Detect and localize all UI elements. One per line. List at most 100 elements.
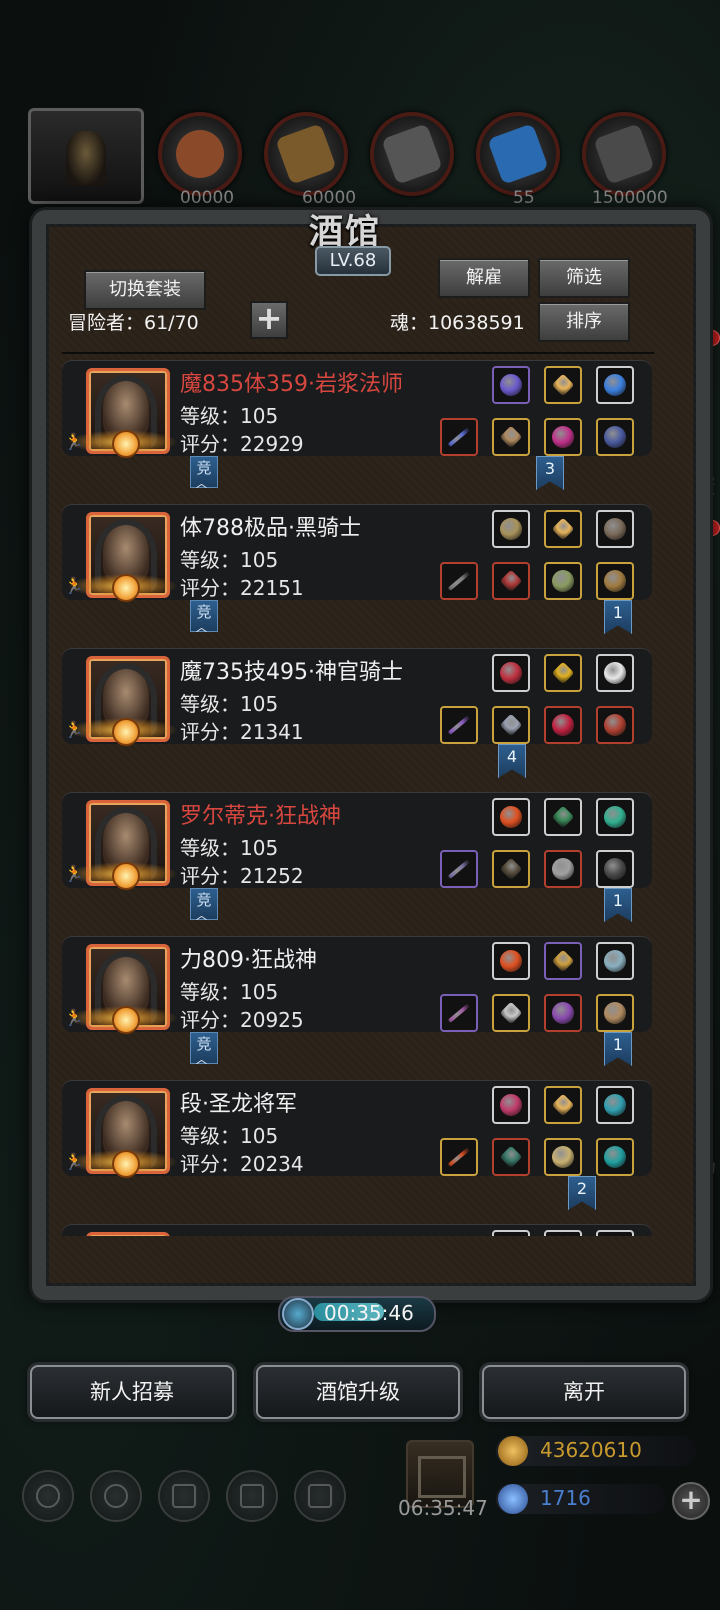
runner-icon: 🏃 bbox=[64, 576, 84, 595]
equipment-slot[interactable] bbox=[596, 1086, 634, 1124]
equipment-slot[interactable] bbox=[596, 706, 634, 744]
equipment-slot[interactable] bbox=[596, 798, 634, 836]
equipment-slot[interactable] bbox=[492, 366, 530, 404]
hero-card[interactable]: 🏃 罗尔蒂克·狂战神 等级：105 评分：21252 bbox=[62, 792, 652, 890]
equipment-slot[interactable] bbox=[492, 706, 530, 744]
food-resource-icon[interactable] bbox=[158, 112, 242, 196]
timer-value: 00:35:46 bbox=[324, 1301, 414, 1325]
hero-card[interactable]: 🏃 体788极品·黑骑士 等级：105 评分：22151 bbox=[62, 504, 652, 602]
hero-level: 等级：105 bbox=[180, 404, 279, 428]
gold-value: 43620610 bbox=[540, 1438, 642, 1462]
equipment-slot[interactable] bbox=[544, 706, 582, 744]
crystal-resource-icon[interactable] bbox=[476, 112, 560, 196]
equipment-slot[interactable] bbox=[492, 798, 530, 836]
plus-icon[interactable]: + bbox=[250, 301, 288, 339]
hero-card[interactable]: 🏃 魔735技495·神官骑士 等级：105 评分：21341 bbox=[62, 648, 652, 746]
hero-name: 罗尔蒂克·狂战神 bbox=[180, 804, 341, 829]
switch-set-button[interactable]: 切换套装 bbox=[84, 270, 206, 310]
sun-emblem-icon bbox=[112, 1150, 140, 1178]
equipment-item-icon bbox=[500, 662, 522, 684]
equipment-slot[interactable] bbox=[440, 850, 478, 888]
equipment-slot[interactable] bbox=[596, 366, 634, 404]
equipment-slot[interactable] bbox=[544, 798, 582, 836]
equipment-item-icon bbox=[500, 950, 522, 972]
equipment-item-icon bbox=[499, 1001, 523, 1025]
nav-castle-icon[interactable] bbox=[158, 1470, 210, 1522]
equipment-slot[interactable] bbox=[440, 1138, 478, 1176]
hero-card[interactable]: 🏃霜·夜莺 bbox=[62, 1224, 652, 1236]
equipment-slot[interactable] bbox=[440, 418, 478, 456]
filter-button[interactable]: 筛选 bbox=[538, 258, 630, 298]
sun-emblem-icon bbox=[112, 862, 140, 890]
hero-score: 评分：22151 bbox=[180, 576, 304, 600]
hero-list[interactable]: 🏃魔835体359·岩浆法师等级：105评分：22929竞3🏃体788极品·黑骑… bbox=[62, 356, 658, 1236]
hero-card[interactable]: 🏃 力809·狂战神 等级：105 评分：20925 bbox=[62, 936, 652, 1034]
equipment-slot[interactable] bbox=[544, 366, 582, 404]
equipment-slot[interactable] bbox=[544, 418, 582, 456]
equipment-slot[interactable] bbox=[596, 994, 634, 1032]
sun-emblem-icon bbox=[112, 430, 140, 458]
equipment-slot[interactable] bbox=[492, 1086, 530, 1124]
equipment-slot[interactable] bbox=[492, 654, 530, 692]
arena-tag: 竞 bbox=[190, 888, 218, 927]
equipment-slot[interactable] bbox=[492, 994, 530, 1032]
equipment-slot[interactable] bbox=[492, 1138, 530, 1176]
add-currency-icon[interactable]: + bbox=[672, 1482, 710, 1520]
equipment-slot[interactable] bbox=[544, 1086, 582, 1124]
runner-icon: 🏃 bbox=[64, 1152, 84, 1171]
nav-settings-icon[interactable] bbox=[22, 1470, 74, 1522]
equipment-slot[interactable] bbox=[440, 706, 478, 744]
equipment-slot[interactable] bbox=[596, 1138, 634, 1176]
sort-button[interactable]: 排序 bbox=[538, 302, 630, 342]
equipment-slot[interactable] bbox=[492, 1230, 530, 1236]
equipment-slot[interactable] bbox=[596, 562, 634, 600]
equipment-item-icon bbox=[604, 374, 626, 396]
equipment-slot[interactable] bbox=[544, 942, 582, 980]
hero-card[interactable]: 🏃 段·圣龙将军 等级：105 评分：20234 bbox=[62, 1080, 652, 1178]
equipment-item-icon bbox=[604, 662, 626, 684]
equipment-slot[interactable] bbox=[440, 994, 478, 1032]
equipment-slot[interactable] bbox=[492, 510, 530, 548]
equipment-slot[interactable] bbox=[544, 654, 582, 692]
iron-resource-icon[interactable] bbox=[370, 112, 454, 196]
tavern-upgrade-button[interactable]: 酒馆升级 bbox=[256, 1365, 460, 1419]
wood-resource-icon[interactable] bbox=[264, 112, 348, 196]
equipment-slot[interactable] bbox=[544, 994, 582, 1032]
equipment-slot[interactable] bbox=[440, 562, 478, 600]
equipment-item-icon bbox=[604, 570, 626, 592]
equipment-item-icon bbox=[447, 571, 471, 591]
nav-mail-icon[interactable] bbox=[226, 1470, 278, 1522]
equipment-slot[interactable] bbox=[596, 850, 634, 888]
equipment-item-icon bbox=[500, 374, 522, 396]
equipment-slot[interactable] bbox=[596, 418, 634, 456]
equipment-slot[interactable] bbox=[544, 562, 582, 600]
equipment-slot[interactable] bbox=[596, 654, 634, 692]
hero-card[interactable]: 🏃 魔835体359·岩浆法师 等级：105 评分：22929 bbox=[62, 360, 652, 458]
equipment-slot[interactable] bbox=[544, 1230, 582, 1236]
hero-score: 评分：20925 bbox=[180, 1008, 304, 1032]
diamond-icon bbox=[498, 1484, 528, 1514]
equipment-slot[interactable] bbox=[596, 942, 634, 980]
leave-button[interactable]: 离开 bbox=[482, 1365, 686, 1419]
soul-count: 魂：10638591 bbox=[390, 312, 525, 334]
star-rank-badge: 2 bbox=[568, 1176, 596, 1210]
nav-star-icon[interactable] bbox=[90, 1470, 142, 1522]
nav-map-icon[interactable] bbox=[294, 1470, 346, 1522]
equipment-slot[interactable] bbox=[544, 850, 582, 888]
star-rank-badge: 1 bbox=[604, 1032, 632, 1066]
equipment-slot[interactable] bbox=[492, 942, 530, 980]
stone-resource-icon[interactable] bbox=[582, 112, 666, 196]
dismiss-button[interactable]: 解雇 bbox=[438, 258, 530, 298]
equipment-slot[interactable] bbox=[544, 510, 582, 548]
equipment-item-icon bbox=[447, 1003, 471, 1023]
equipment-slot[interactable] bbox=[544, 1138, 582, 1176]
hero-avatar[interactable] bbox=[86, 1232, 170, 1236]
equipment-slot[interactable] bbox=[492, 418, 530, 456]
equipment-slot[interactable] bbox=[596, 1230, 634, 1236]
equipment-slot[interactable] bbox=[596, 510, 634, 548]
recruit-button[interactable]: 新人招募 bbox=[30, 1365, 234, 1419]
equipment-item-icon bbox=[500, 518, 522, 540]
sun-emblem-icon bbox=[112, 574, 140, 602]
equipment-slot[interactable] bbox=[492, 562, 530, 600]
equipment-slot[interactable] bbox=[492, 850, 530, 888]
